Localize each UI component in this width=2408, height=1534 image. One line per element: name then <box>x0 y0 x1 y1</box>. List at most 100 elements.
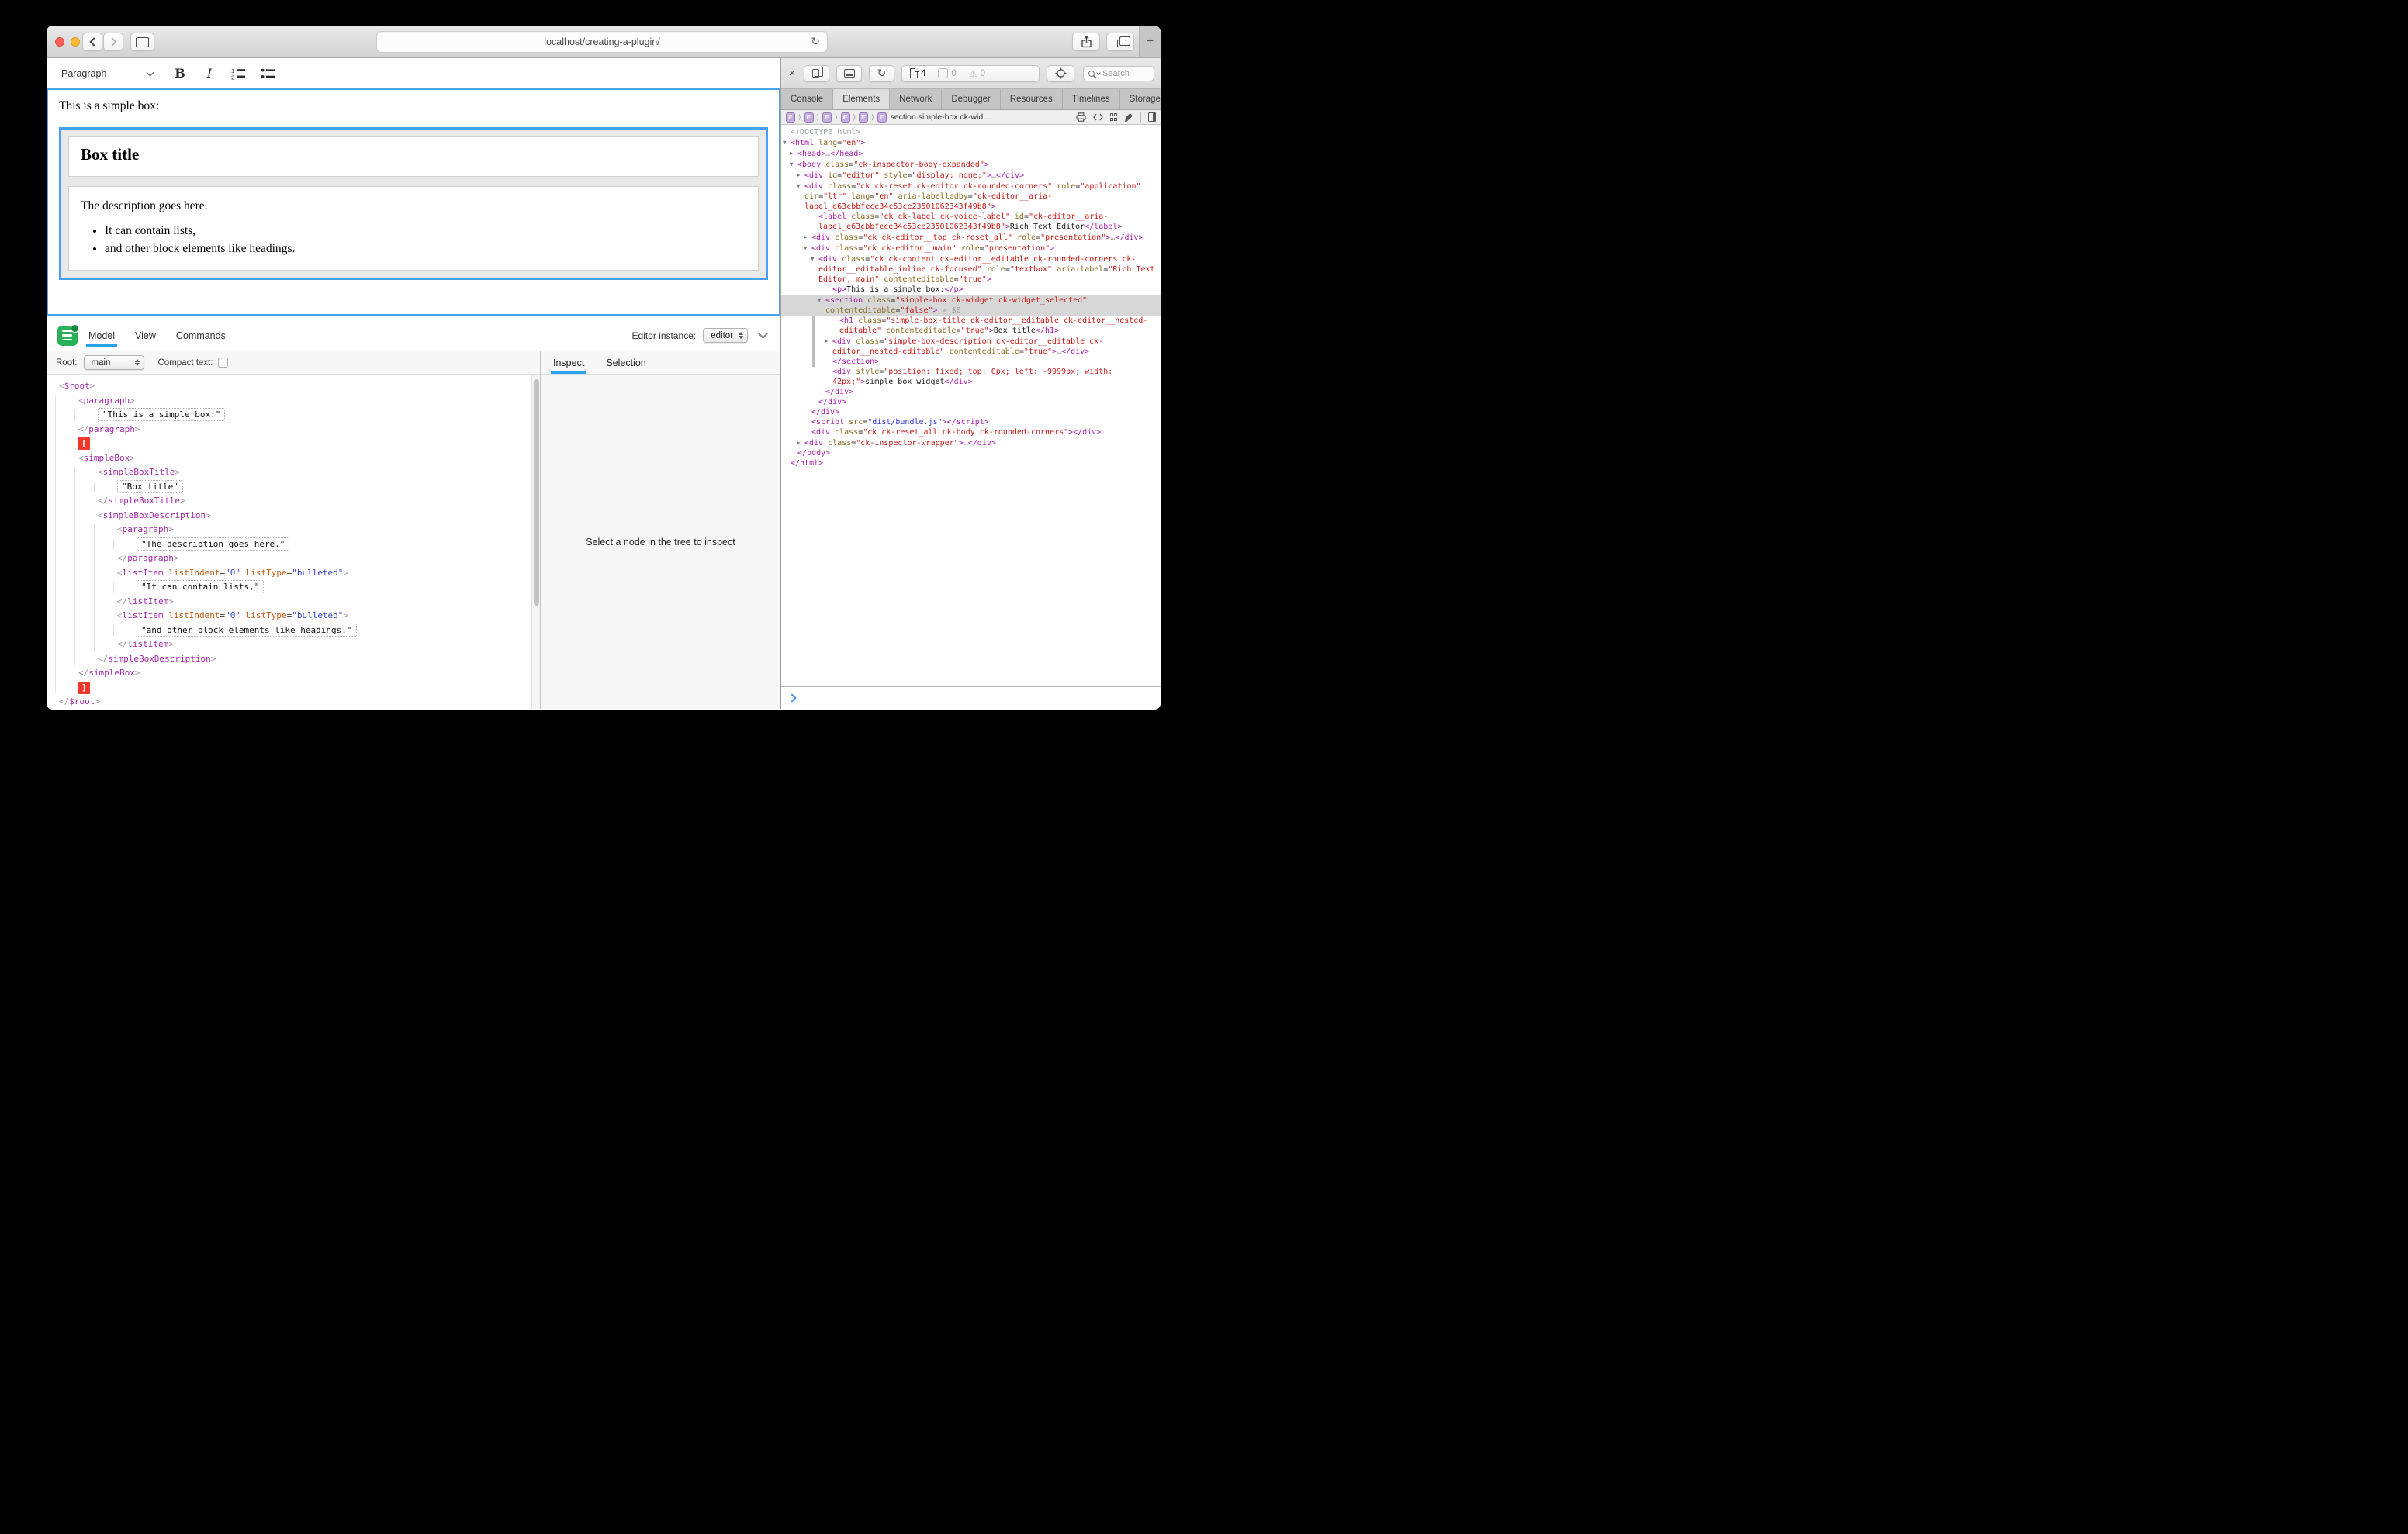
dom-tree-line[interactable]: </div> <box>781 397 1161 407</box>
tab-view[interactable]: View <box>135 320 156 351</box>
dom-tree-line[interactable]: <p>This is a simple box:</p> <box>781 285 1161 295</box>
model-tree-line[interactable]: </simpleBoxTitle> <box>53 494 540 509</box>
tab-elements[interactable]: Elements <box>833 89 890 109</box>
element-badge[interactable]: E <box>786 112 795 123</box>
model-tree-line[interactable]: </simpleBox> <box>53 666 540 681</box>
model-tree-line[interactable]: "and other block elements like headings.… <box>53 624 540 638</box>
dom-tree-line[interactable]: ▼<body class="ck-inspector-body-expanded… <box>781 159 1161 170</box>
error-count[interactable]: ! 0 <box>938 68 956 78</box>
model-tree-line[interactable]: <listItem listIndent="0" listType="bulle… <box>53 609 540 624</box>
element-badge[interactable]: E <box>877 112 887 123</box>
disclosure-closed-icon[interactable]: ▶ <box>825 336 832 346</box>
disclosure-open-icon[interactable]: ▼ <box>790 159 797 169</box>
print-styles-icon[interactable] <box>1076 112 1086 122</box>
model-tree-line[interactable]: ] <box>53 681 540 696</box>
close-window-button[interactable] <box>55 37 64 47</box>
element-badge[interactable]: E <box>822 112 832 123</box>
model-tree-line[interactable]: </listItem> <box>53 595 540 610</box>
rich-text-editable-area[interactable]: This is a simple box: Box title The desc… <box>47 88 780 316</box>
dom-tree-line[interactable]: </div> <box>781 387 1161 397</box>
dom-tree-line[interactable]: </html> <box>781 458 1161 468</box>
model-tree-line[interactable]: <simpleBox> <box>53 451 540 466</box>
dom-tree-line[interactable]: <!DOCTYPE html> <box>781 127 1161 137</box>
compact-text-checkbox[interactable] <box>218 358 228 368</box>
dom-tree-line[interactable]: ▶<div class="simple-box-description ck-e… <box>781 336 1161 357</box>
element-badge[interactable]: E <box>859 112 868 123</box>
tab-selection[interactable]: Selection <box>606 351 645 374</box>
dom-tree-line[interactable]: ▼<div class="ck ck-editor__main" role="p… <box>781 243 1161 254</box>
model-tree-line[interactable]: <$root> <box>53 379 540 394</box>
model-tree-line[interactable]: <simpleBoxDescription> <box>53 509 540 523</box>
show-source-icon[interactable] <box>1093 113 1103 121</box>
list-item[interactable]: It can contain lists, <box>105 224 746 238</box>
dom-tree-line[interactable]: </body> <box>781 448 1161 458</box>
italic-button[interactable]: I <box>199 64 220 84</box>
element-picker-button[interactable] <box>1047 65 1074 82</box>
dom-tree-line[interactable]: <div class="ck ck-reset_all ck-body ck-r… <box>781 427 1161 437</box>
quick-console[interactable] <box>781 686 1161 709</box>
reload-page-button[interactable]: ↻ <box>869 65 894 82</box>
model-tree-line[interactable]: </$root> <box>53 695 540 709</box>
share-button[interactable] <box>1072 33 1100 51</box>
dom-tree-line[interactable]: <script src="dist/bundle.js"></script> <box>781 417 1161 427</box>
tab-debugger[interactable]: Debugger <box>942 89 1001 109</box>
list-item[interactable]: and other block elements like headings. <box>105 242 746 256</box>
model-tree-line[interactable]: "This is a simple box:" <box>53 408 540 423</box>
bold-button[interactable]: B <box>170 64 190 84</box>
numbered-list-button[interactable]: 12 <box>229 64 249 84</box>
disclosure-closed-icon[interactable]: ▶ <box>790 148 797 158</box>
intro-paragraph[interactable]: This is a simple box: <box>59 99 768 113</box>
tab-model[interactable]: Model <box>88 320 115 351</box>
model-tree-line[interactable]: "It can contain lists," <box>53 580 540 595</box>
box-title-heading[interactable]: Box title <box>81 145 746 164</box>
search-input[interactable] <box>1102 69 1143 78</box>
model-tree-line[interactable]: [ <box>53 437 540 451</box>
devtools-search-field[interactable] <box>1083 66 1154 81</box>
tab-resources[interactable]: Resources <box>1001 89 1063 109</box>
forward-button[interactable] <box>103 33 123 51</box>
close-devtools-button[interactable]: × <box>787 67 797 80</box>
model-tree-line[interactable]: </listItem> <box>53 637 540 652</box>
warning-count[interactable]: ⚠ 0 <box>969 69 985 78</box>
dom-tree-line[interactable]: </section> <box>781 357 1161 367</box>
dock-bottom-button[interactable] <box>836 65 862 82</box>
element-badge[interactable]: E <box>841 112 850 123</box>
paragraph-dropdown[interactable]: Paragraph <box>61 68 153 79</box>
details-sidebar-icon[interactable] <box>1148 112 1156 122</box>
back-button[interactable] <box>82 33 102 51</box>
address-bar[interactable]: localhost/creating-a-plugin/ ↻ <box>376 31 828 53</box>
reload-icon[interactable]: ↻ <box>811 35 820 48</box>
tab-inspect[interactable]: Inspect <box>553 351 584 374</box>
disclosure-closed-icon[interactable]: ▶ <box>804 232 811 242</box>
dom-tree-line[interactable]: ▶<div class="ck-inspector-wrapper">…</di… <box>781 437 1161 448</box>
dom-tree-line[interactable]: <h1 class="simple-box-title ck-editor__e… <box>781 316 1161 336</box>
new-tab-button[interactable]: + <box>1139 26 1161 57</box>
dom-tree-line[interactable]: ▼<html lang="en"> <box>781 137 1161 148</box>
model-tree-line[interactable]: "Box title" <box>53 480 540 495</box>
breadcrumb-selected-node[interactable]: section.simple-box.ck-wid… <box>891 112 991 122</box>
tab-commands[interactable]: Commands <box>176 320 226 351</box>
disclosure-closed-icon[interactable]: ▶ <box>797 437 804 447</box>
simple-box-title-area[interactable]: Box title <box>68 136 759 177</box>
root-select[interactable]: main <box>84 355 144 370</box>
disclosure-open-icon[interactable]: ▼ <box>797 181 804 191</box>
tab-network[interactable]: Network <box>890 89 942 109</box>
sidebar-toggle-button[interactable] <box>130 33 154 51</box>
collapse-inspector-icon[interactable] <box>758 329 768 339</box>
dom-tree-line[interactable]: <div style="position: fixed; top: 0px; l… <box>781 367 1161 387</box>
dom-tree-line[interactable]: ▶<div class="ck ck-editor__top ck-reset_… <box>781 232 1161 243</box>
model-tree-line[interactable]: <paragraph> <box>53 523 540 537</box>
tree-scrollbar[interactable] <box>531 375 540 709</box>
editor-instance-select[interactable]: editor <box>703 328 748 343</box>
tree-scrollbar-thumb[interactable] <box>534 379 539 606</box>
dom-tree-line[interactable]: ▶<div id="editor" style="display: none;"… <box>781 170 1161 181</box>
dom-tree-line[interactable]: ▶<head>…</head> <box>781 148 1161 159</box>
resource-count[interactable]: 4 <box>910 68 925 78</box>
element-badge[interactable]: E <box>804 112 814 123</box>
paint-flashing-icon[interactable] <box>1124 112 1133 123</box>
description-paragraph[interactable]: The description goes here. <box>81 199 746 213</box>
dom-tree-line[interactable]: </div> <box>781 407 1161 417</box>
dom-tree-line[interactable]: <label class="ck ck-label ck-voice-label… <box>781 212 1161 232</box>
tab-storage[interactable]: Storage <box>1120 89 1161 109</box>
model-tree-line[interactable]: "The description goes here." <box>53 537 540 552</box>
